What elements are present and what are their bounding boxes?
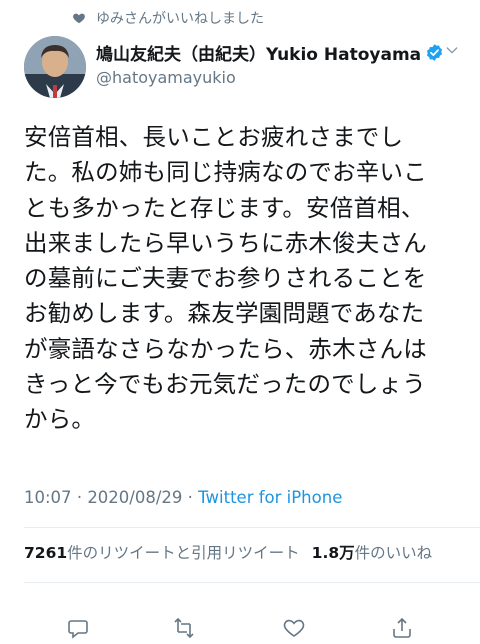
tweet-source-link[interactable]: Twitter for iPhone	[198, 488, 342, 507]
verified-badge-icon	[427, 44, 443, 61]
author-display-name[interactable]: 鳩山友紀夫（由紀夫）Yukio Hatoyama	[96, 40, 421, 65]
tweet-line: お勧めします。森友学園問題であなた	[24, 299, 425, 328]
share-button[interactable]	[390, 616, 414, 640]
tweet-actions	[0, 616, 480, 640]
likes-count: 1.8万	[311, 544, 355, 562]
tweet-line: が豪語なさらなかったら、赤木さんは	[24, 334, 427, 363]
tweet-time[interactable]: 10:07	[24, 488, 72, 507]
like-icon	[283, 619, 305, 637]
divider	[24, 582, 480, 583]
social-context: ゆみさんがいいねしました	[72, 8, 264, 28]
tweet-line: から。	[24, 405, 96, 434]
tweet-date[interactable]: 2020/08/29	[87, 488, 182, 507]
tweet-line: 安倍首相、長いことお疲れさまでし	[24, 123, 404, 151]
reply-icon	[68, 620, 88, 639]
author-handle[interactable]: @hatoyamayukio	[96, 68, 236, 87]
tweet-line: とも多かったと存じます。安倍首相、	[24, 193, 425, 222]
tweet-line: の墓前にご夫妻でお参りされることを	[24, 264, 427, 293]
tweet-meta: 10:07 · 2020/08/29 · Twitter for iPhone	[24, 488, 342, 507]
retweets-stat[interactable]: 7261件のリツイートと引用リツイート	[24, 544, 300, 562]
heart-icon	[73, 13, 85, 24]
author-name-row[interactable]: 鳩山友紀夫（由紀夫）Yukio Hatoyama	[96, 40, 460, 65]
meta-separator: ·	[187, 488, 193, 507]
tweet-stats: 7261件のリツイートと引用リツイート 1.8万件のいいね	[24, 541, 470, 563]
avatar[interactable]	[24, 36, 86, 98]
retweet-button[interactable]	[172, 616, 196, 640]
share-icon	[393, 617, 411, 638]
tweet-line: 出来ましたら早いうちに赤木俊夫さん	[24, 228, 427, 257]
retweet-icon	[174, 617, 194, 639]
divider	[24, 527, 480, 528]
social-context-text: ゆみさんがいいねしました	[96, 11, 264, 27]
retweets-label: 件のリツイートと引用リツイート	[67, 544, 300, 562]
meta-separator: ·	[76, 488, 83, 507]
chevron-down-icon[interactable]	[444, 42, 460, 58]
reply-button[interactable]	[66, 616, 90, 640]
likes-label: 件のいいね	[354, 544, 433, 562]
tweet-line: た。私の姉も同じ持病なのでお辛いこ	[24, 158, 427, 187]
tweet-line: きっと今でもお元気だったのでしょう	[24, 370, 426, 399]
like-button[interactable]	[282, 616, 306, 640]
retweets-count: 7261	[24, 544, 68, 562]
likes-stat[interactable]: 1.8万件のいいね	[312, 544, 432, 562]
tweet-text: 安倍首相、長いことお疲れさまでし た。私の姉も同じ持病なのでお辛いこ とも多かっ…	[24, 120, 474, 438]
